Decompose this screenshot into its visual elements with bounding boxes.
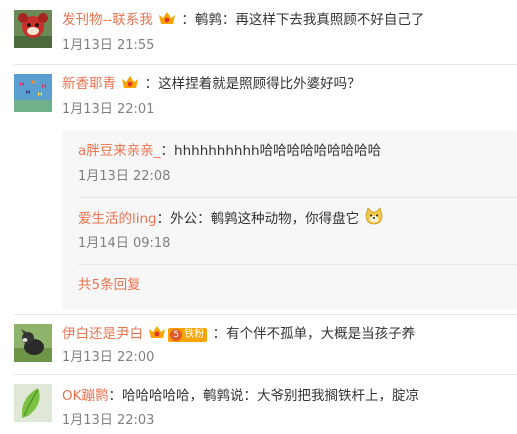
comment-text: ：哈哈哈哈哈，鹌鹑说：大爷别把我搁铁杆上，腚凉 bbox=[108, 388, 419, 404]
red-mascot-avatar-icon[interactable] bbox=[14, 10, 52, 48]
comment-line: OK蹦鹮：哈哈哈哈哈，鹌鹑说：大爷别把我搁铁杆上，腚凉 bbox=[62, 386, 419, 406]
reply-username[interactable]: a胖豆来亲亲_ bbox=[78, 143, 161, 159]
reply-time: 1月14日 09:18 bbox=[78, 236, 171, 251]
reply-text: ：外公：鹌鹑这种动物，你得盘它 bbox=[156, 211, 360, 227]
comment-text: ：有个伴不孤单，大概是当孩子养 bbox=[212, 326, 416, 342]
reply-username[interactable]: 爱生活的ling bbox=[78, 211, 157, 227]
divider bbox=[78, 197, 517, 198]
comment-line: 伊白还是尹白 5 铁粉 ：有个伴不孤单，大概是当孩子养 bbox=[62, 324, 415, 344]
vip-crown-badge-icon[interactable] bbox=[158, 10, 176, 32]
comment-username[interactable]: 伊白还是尹白 bbox=[62, 326, 143, 342]
comment-text: ：鹌鹑：再这样下去我真照顾不好自己了 bbox=[181, 12, 425, 28]
comment-item: 发刊物--联系我 ：鹌鹑：再这样下去我真照顾不好自己了 1月13日 21:55 bbox=[0, 0, 517, 64]
fan-badge-label: 铁粉 bbox=[184, 329, 205, 340]
fan-level: 5 bbox=[170, 329, 183, 341]
green-leaf-avatar-icon[interactable] bbox=[14, 384, 52, 422]
replies-box: a胖豆来亲亲_：hhhhhhhhhh哈哈哈哈哈哈哈哈哈 1月13日 22:08 … bbox=[62, 131, 517, 309]
comment-item: OK蹦鹮：哈哈哈哈哈，鹌鹑说：大爷别把我搁铁杆上，腚凉 1月13日 22:03 bbox=[0, 374, 517, 434]
comment-username[interactable]: 新香耶青 bbox=[62, 76, 116, 92]
reply-time: 1月13日 22:08 bbox=[78, 169, 171, 184]
comment-line: 新香耶青 ：这样捏着就是照顾得比外婆好吗？ bbox=[62, 74, 361, 94]
reply-line: 爱生活的ling：外公：鹌鹑这种动物，你得盘它 bbox=[78, 207, 385, 231]
dog-avatar-icon[interactable] bbox=[14, 324, 52, 362]
vip-crown-badge-icon[interactable] bbox=[121, 74, 139, 96]
comment-text: ：这样捏着就是照顾得比外婆好吗？ bbox=[144, 76, 361, 92]
comment-time: 1月13日 22:03 bbox=[62, 413, 155, 428]
comment-username[interactable]: 发刊物--联系我 bbox=[62, 12, 153, 28]
comment-time: 1月13日 21:55 bbox=[62, 38, 155, 53]
doge-emoji-icon bbox=[364, 207, 384, 231]
divider bbox=[78, 264, 517, 265]
more-replies-link[interactable]: 共5条回复 bbox=[78, 275, 141, 295]
comment-time: 1月13日 22:00 bbox=[62, 350, 155, 365]
fan-badge[interactable]: 5 铁粉 bbox=[168, 328, 208, 342]
comment-item: 伊白还是尹白 5 铁粉 ：有个伴不孤单，大概是当孩子养 1月13日 22:00 bbox=[0, 314, 517, 374]
reply-text: ：hhhhhhhhhh哈哈哈哈哈哈哈哈哈 bbox=[160, 143, 382, 159]
comment-username[interactable]: OK蹦鹮 bbox=[62, 388, 108, 404]
reply-line: a胖豆来亲亲_：hhhhhhhhhh哈哈哈哈哈哈哈哈哈 bbox=[78, 141, 381, 161]
comment-line: 发刊物--联系我 ：鹌鹑：再这样下去我真照顾不好自己了 bbox=[62, 10, 424, 30]
comment-time: 1月13日 22:01 bbox=[62, 102, 155, 117]
butterflies-avatar-icon[interactable] bbox=[14, 74, 52, 112]
vip-crown-badge-icon[interactable] bbox=[148, 324, 166, 346]
